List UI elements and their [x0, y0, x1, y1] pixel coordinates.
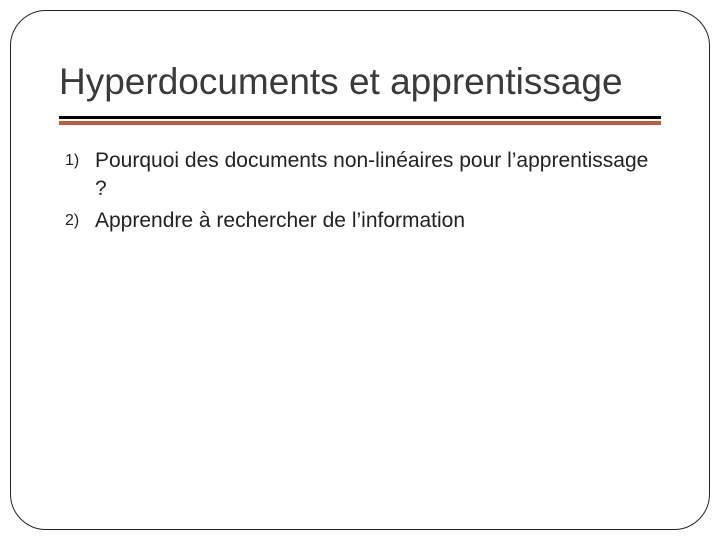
slide-title: Hyperdocuments et apprentissage — [59, 61, 661, 104]
list-marker: 1) — [63, 147, 95, 174]
rule-dark — [59, 116, 661, 119]
numbered-list: 1) Pourquoi des documents non-linéaires … — [59, 147, 661, 236]
title-underline — [59, 116, 661, 125]
list-text: Pourquoi des documents non-linéaires pou… — [95, 147, 661, 204]
list-item: 1) Pourquoi des documents non-linéaires … — [63, 147, 661, 204]
list-item: 2) Apprendre à rechercher de l’informati… — [63, 207, 661, 235]
slide-frame: Hyperdocuments et apprentissage 1) Pourq… — [10, 10, 710, 530]
list-text: Apprendre à rechercher de l’information — [95, 207, 661, 235]
list-marker: 2) — [63, 207, 95, 234]
rule-accent — [59, 121, 661, 125]
